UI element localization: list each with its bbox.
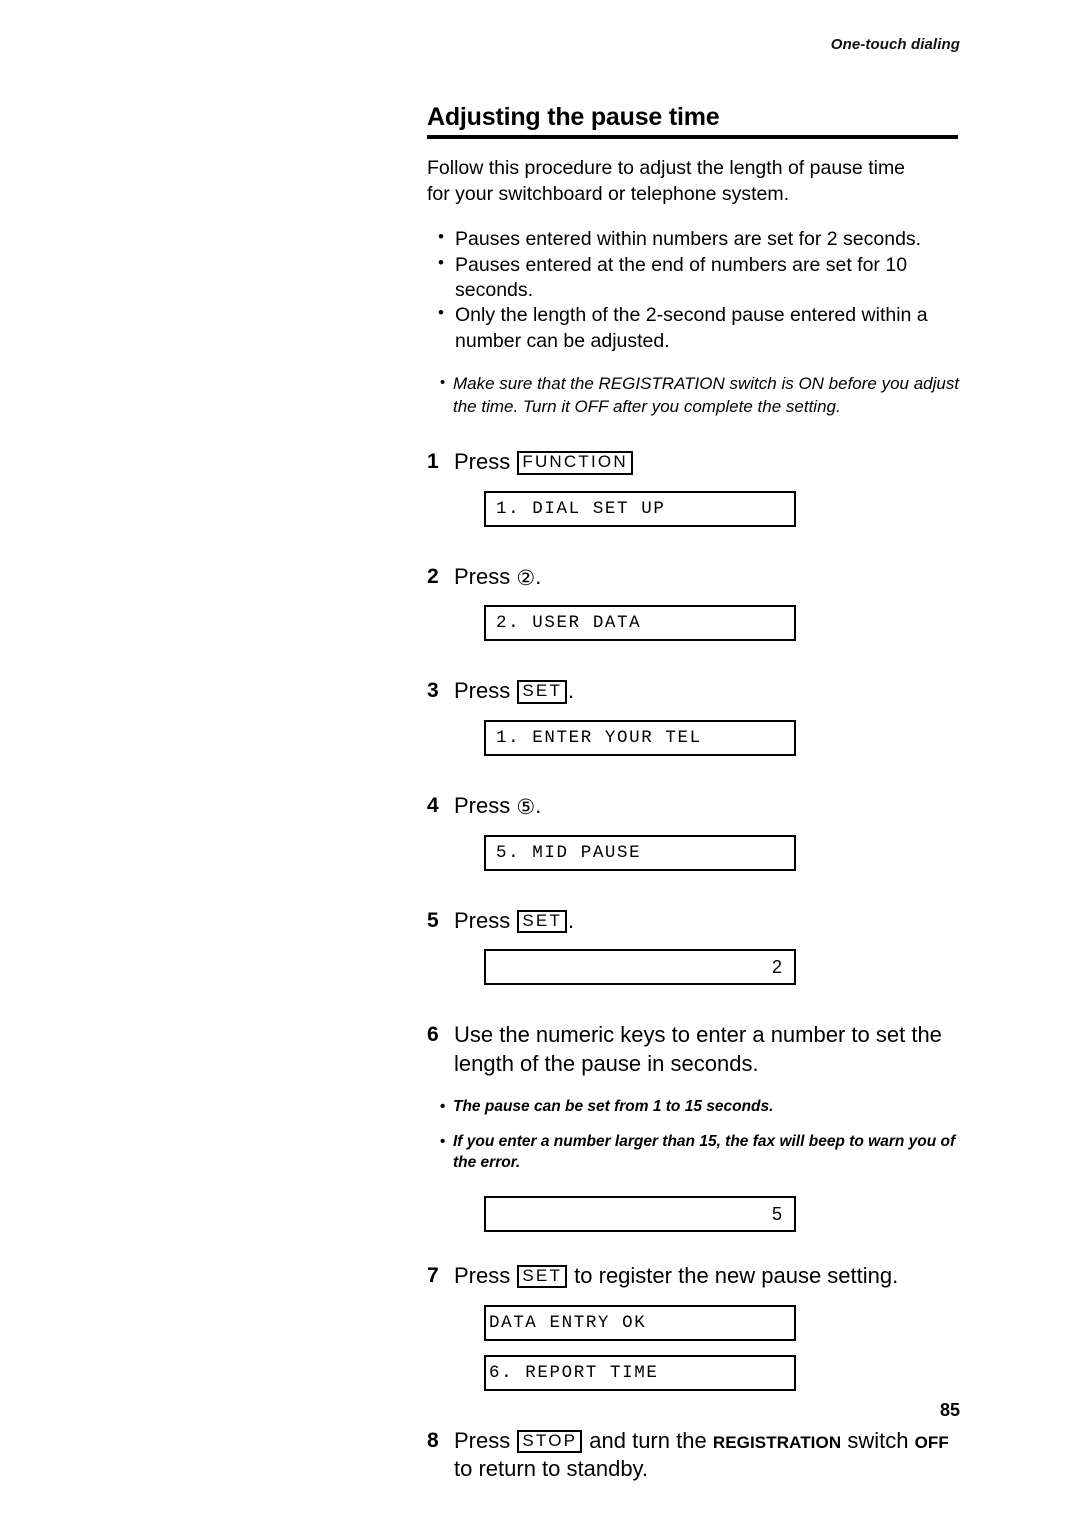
step-number: 6	[427, 1023, 439, 1047]
italic-note-list: Make sure that the REGISTRATION switch i…	[427, 373, 960, 418]
lcd-display: 1. ENTER YOUR TEL	[484, 719, 796, 756]
step-number: 1	[427, 450, 439, 474]
step-text-tail-2: to return to standby.	[454, 1456, 649, 1482]
off-emphasis: OFF	[914, 1432, 949, 1452]
step-number: 8	[427, 1428, 439, 1452]
lcd-text: 5. MID PAUSE	[496, 842, 642, 863]
step-2: 2 Press ②.	[427, 563, 960, 592]
step-6: 6 Use the numeric keys to enter a number…	[427, 1021, 960, 1078]
step-text-mid: and turn the	[583, 1427, 713, 1453]
key-stop-button[interactable]: STOP	[517, 1429, 583, 1454]
step-number: 4	[427, 793, 439, 817]
step-period: .	[535, 792, 542, 818]
page-content: Adjusting the pause time Follow this pro…	[427, 104, 960, 1484]
step-number: 7	[427, 1264, 439, 1288]
list-item: Pauses entered at the end of numbers are…	[438, 252, 960, 304]
step-period: .	[568, 678, 575, 704]
key-numeric-2-button[interactable]: ②	[516, 568, 535, 589]
step-text: Press	[454, 449, 511, 475]
page-title: Adjusting the pause time	[427, 103, 720, 131]
step-number: 2	[427, 564, 439, 588]
step-period: .	[535, 563, 542, 589]
step-3: 3 Press SET.	[427, 677, 960, 706]
lcd-text: DATA ENTRY OK	[489, 1312, 647, 1333]
document-page: One-touch dialing Adjusting the pause ti…	[0, 0, 1080, 1530]
step-text: Press	[454, 563, 511, 589]
page-number: 85	[939, 1400, 960, 1420]
lcd-text: 2	[771, 956, 782, 977]
step-5: 5 Press SET.	[427, 907, 960, 936]
registration-emphasis: REGISTRATION	[712, 1432, 842, 1452]
step-text: Press	[454, 792, 511, 818]
lcd-display: 5	[484, 1196, 796, 1233]
step-text: Use the numeric keys to enter a number t…	[454, 1022, 942, 1076]
list-item: If you enter a number larger than 15, th…	[440, 1132, 960, 1174]
title-underline-rule	[427, 135, 958, 140]
step-8: 8 Press STOP and turn the REGISTRATION s…	[427, 1427, 960, 1484]
step-text: Press	[454, 678, 511, 704]
lcd-display: 2	[484, 949, 796, 986]
step-text: Press	[454, 907, 511, 933]
list-item: Only the length of the 2-second pause en…	[438, 302, 960, 354]
list-item: The pause can be set from 1 to 15 second…	[440, 1097, 960, 1118]
fact-bullet-list: Pauses entered within numbers are set fo…	[427, 226, 960, 354]
step-1: 1 Press FUNCTION	[427, 448, 960, 477]
list-item: Pauses entered within numbers are set fo…	[438, 226, 960, 252]
lcd-text: 2. USER DATA	[496, 613, 642, 634]
key-numeric-5-button[interactable]: ⑤	[516, 797, 535, 818]
intro-paragraph: Follow this procedure to adjust the leng…	[427, 157, 906, 205]
step-4: 4 Press ⑤.	[427, 792, 960, 821]
step-7: 7 Press SET to register the new pause se…	[427, 1262, 960, 1291]
lcd-text: 6. REPORT TIME	[489, 1362, 659, 1383]
step-text-tail: to register the new pause setting.	[568, 1263, 899, 1289]
lcd-text: 1. DIAL SET UP	[496, 498, 666, 519]
list-item: Make sure that the REGISTRATION switch i…	[440, 373, 960, 418]
lcd-display: 5. MID PAUSE	[484, 834, 796, 871]
key-set-button[interactable]: SET	[517, 909, 568, 933]
lcd-display: 1. DIAL SET UP	[484, 490, 796, 527]
lcd-display: DATA ENTRY OK	[484, 1304, 796, 1341]
step-text: Press	[454, 1427, 511, 1453]
key-set-button[interactable]: SET	[517, 680, 568, 704]
lcd-text: 1. ENTER YOUR TEL	[496, 727, 702, 748]
running-header: One-touch dialing	[830, 36, 960, 53]
step-6-note-list: The pause can be set from 1 to 15 second…	[427, 1097, 960, 1174]
lcd-display: 2. USER DATA	[484, 605, 796, 642]
step-text-tail-1: switch	[841, 1427, 915, 1453]
step-number: 3	[427, 679, 439, 703]
step-number: 5	[427, 908, 439, 932]
key-set-button[interactable]: SET	[517, 1265, 568, 1289]
lcd-text: 5	[771, 1203, 782, 1224]
step-text: Press	[454, 1263, 511, 1289]
step-period: .	[568, 907, 575, 933]
lcd-display: 6. REPORT TIME	[484, 1354, 796, 1391]
key-function-button[interactable]: FUNCTION	[517, 451, 633, 475]
